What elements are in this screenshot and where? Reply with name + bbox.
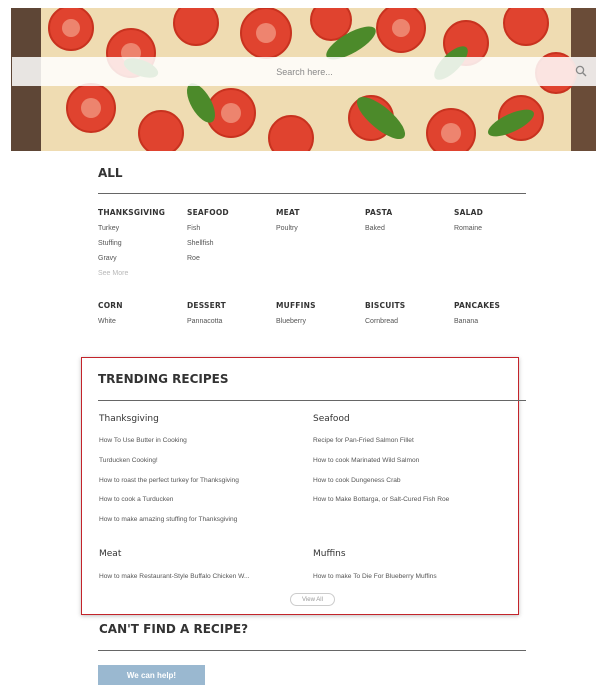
recipe-link[interactable]: How to roast the perfect turkey for Than… <box>99 477 239 484</box>
category-item[interactable]: Cornbread <box>365 318 398 325</box>
category-thanksgiving[interactable]: THANKSGIVING <box>98 208 165 217</box>
category-item[interactable]: Blueberry <box>276 318 306 325</box>
cant-find-title: CAN'T FIND A RECIPE? <box>99 622 249 636</box>
view-all-button[interactable]: View All <box>290 593 335 606</box>
category-pancakes[interactable]: PANCAKES <box>454 301 500 310</box>
category-item[interactable]: Banana <box>454 318 478 325</box>
category-item[interactable]: Gravy <box>98 255 117 262</box>
recipe-link[interactable]: Turducken Cooking! <box>99 457 158 464</box>
search-bar <box>12 56 596 87</box>
trending-group-seafood: Seafood <box>313 414 350 424</box>
see-more-link[interactable]: See More <box>98 270 128 277</box>
search-icon[interactable] <box>575 65 587 77</box>
category-item[interactable]: Baked <box>365 225 385 232</box>
trending-title: TRENDING RECIPES <box>98 372 229 386</box>
recipe-link[interactable]: How to cook Dungeness Crab <box>313 477 401 484</box>
recipe-link[interactable]: How to make To Die For Blueberry Muffins <box>313 573 437 580</box>
all-title: ALL <box>98 166 123 180</box>
category-item[interactable]: Stuffing <box>98 240 122 247</box>
trending-group-muffins: Muffins <box>313 549 346 559</box>
category-item[interactable]: Romaine <box>454 225 482 232</box>
trending-group-thanksgiving: Thanksgiving <box>99 414 159 424</box>
category-item[interactable]: Shellfish <box>187 240 213 247</box>
divider <box>98 650 526 651</box>
search-input[interactable] <box>12 56 596 87</box>
we-can-help-button[interactable]: We can help! <box>98 665 205 685</box>
category-seafood[interactable]: SEAFOOD <box>187 208 229 217</box>
recipe-link[interactable]: Recipe for Pan-Fried Salmon Fillet <box>313 437 414 444</box>
trending-group-meat: Meat <box>99 549 122 559</box>
category-item[interactable]: Turkey <box>98 225 119 232</box>
category-item[interactable]: Fish <box>187 225 200 232</box>
category-item[interactable]: White <box>98 318 116 325</box>
recipe-link[interactable]: How to make Restaurant-Style Buffalo Chi… <box>99 573 250 580</box>
recipe-link[interactable]: How to cook Marinated Wild Salmon <box>313 457 419 464</box>
divider <box>98 193 526 194</box>
category-item[interactable]: Pannacotta <box>187 318 222 325</box>
category-corn[interactable]: CORN <box>98 301 123 310</box>
category-salad[interactable]: SALAD <box>454 208 483 217</box>
recipe-link[interactable]: How to make amazing stuffing for Thanksg… <box>99 516 237 523</box>
category-meat[interactable]: MEAT <box>276 208 300 217</box>
category-item[interactable]: Poultry <box>276 225 298 232</box>
category-biscuits[interactable]: BISCUITS <box>365 301 405 310</box>
category-pasta[interactable]: PASTA <box>365 208 392 217</box>
recipe-link[interactable]: How To Use Butter in Cooking <box>99 437 187 444</box>
recipe-link[interactable]: How to Make Bottarga, or Salt-Cured Fish… <box>313 496 449 503</box>
category-dessert[interactable]: DESSERT <box>187 301 226 310</box>
divider <box>98 400 526 401</box>
category-item[interactable]: Roe <box>187 255 200 262</box>
recipe-link[interactable]: How to cook a Turducken <box>99 496 173 503</box>
category-muffins[interactable]: MUFFINS <box>276 301 316 310</box>
